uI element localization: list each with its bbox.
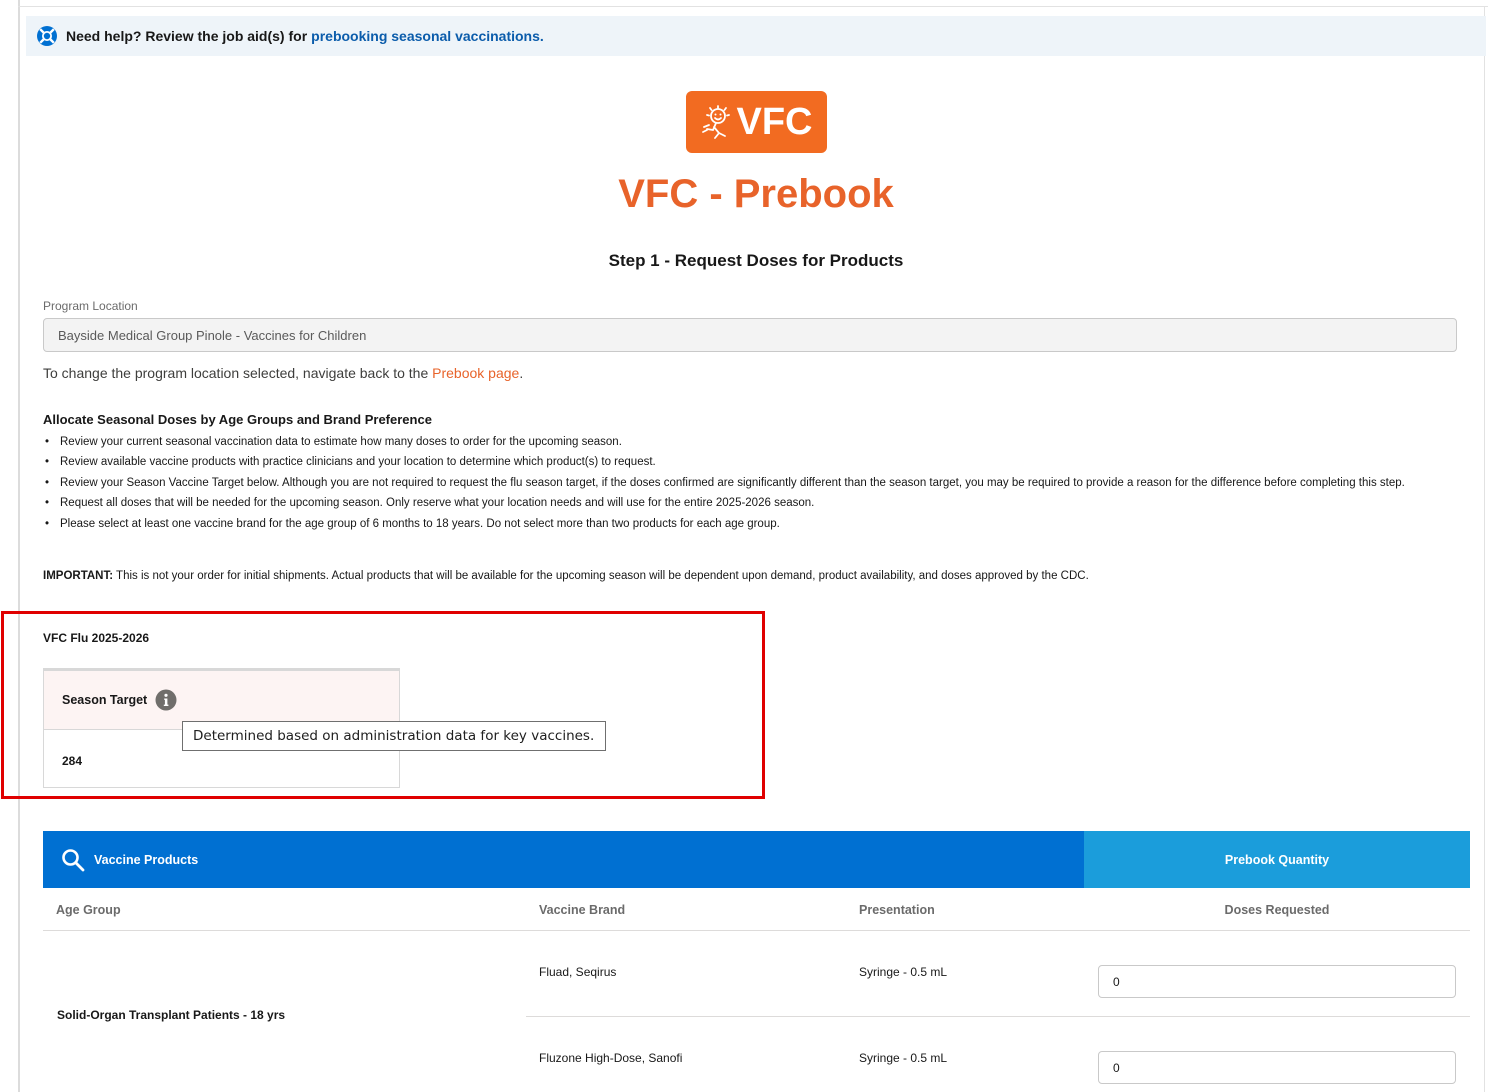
vaccine-products-header: Vaccine Products [43, 831, 1084, 888]
column-header-vaccine-brand: Vaccine Brand [539, 903, 626, 917]
column-header-presentation: Presentation [859, 903, 935, 917]
vaccine-products-label: Vaccine Products [94, 852, 199, 867]
instruction-item: Review your current seasonal vaccination… [43, 432, 1443, 453]
season-target-value: 284 [62, 754, 83, 768]
step-title: Step 1 - Request Doses for Products [608, 251, 904, 270]
info-icon[interactable] [155, 689, 177, 711]
vaccine-brand-cell: Fluad, Seqirus [539, 965, 617, 979]
page-right-border [1484, 6, 1485, 1092]
prebook-quantity-label: Prebook Quantity [1224, 852, 1330, 867]
help-text: Need help? Review the job aid(s) for [66, 28, 308, 44]
instruction-item: Please select at least one vaccine brand… [43, 514, 1443, 535]
help-banner: Need help? Review the job aid(s) for pre… [26, 16, 1486, 56]
change-location-period: . [519, 365, 524, 381]
page-top-border [18, 6, 1488, 7]
program-location-label: Program Location [43, 299, 138, 313]
season-target-label: Season Target [62, 693, 148, 707]
instruction-item: Review available vaccine products with p… [43, 452, 1443, 473]
program-location-field[interactable] [43, 318, 1457, 352]
vaccine-brand-cell: Fluzone High-Dose, Sanofi [539, 1051, 683, 1065]
prebook-quantity-header: Prebook Quantity [1084, 831, 1470, 888]
important-label: IMPORTANT: [43, 570, 114, 582]
presentation-cell: Syringe - 0.5 mL [859, 965, 948, 979]
presentation-cell: Syringe - 0.5 mL [859, 1051, 948, 1065]
instruction-item: Request all doses that will be needed fo… [43, 493, 1443, 514]
row-divider [526, 1016, 1470, 1017]
allocate-heading: Allocate Seasonal Doses by Age Groups an… [43, 412, 432, 427]
instruction-list: Review your current seasonal vaccination… [43, 432, 1443, 534]
doses-requested-input[interactable] [1098, 965, 1456, 998]
lifebuoy-icon [37, 26, 57, 46]
vfc-logo: VFC [686, 91, 827, 153]
age-group-cell: Solid-Organ Transplant Patients - 18 yrs [57, 1008, 286, 1022]
prebook-page-link[interactable]: Prebook page [432, 365, 519, 381]
important-note: IMPORTANT: This is not your order for in… [43, 570, 1089, 582]
page-title: VFC - Prebook [618, 172, 894, 216]
vfc-mascot-icon [701, 105, 730, 139]
column-divider [43, 930, 1470, 931]
doses-requested-input[interactable] [1098, 1051, 1456, 1084]
important-text: This is not your order for initial shipm… [113, 570, 1089, 582]
season-title: VFC Flu 2025-2026 [43, 631, 150, 645]
column-header-doses-requested: Doses Requested [1224, 903, 1330, 917]
page-left-border [18, 0, 20, 1092]
change-location-text: To change the program location selected,… [43, 365, 429, 381]
season-target-tooltip: Determined based on administration data … [182, 721, 606, 751]
job-aid-link[interactable]: prebooking seasonal vaccinations. [311, 28, 544, 44]
column-header-age-group: Age Group [56, 903, 121, 917]
change-location-note: To change the program location selected,… [43, 365, 523, 381]
instruction-item: Review your Season Vaccine Target below.… [43, 473, 1443, 494]
search-icon[interactable] [61, 848, 85, 872]
logo-text: VFC [736, 100, 813, 143]
